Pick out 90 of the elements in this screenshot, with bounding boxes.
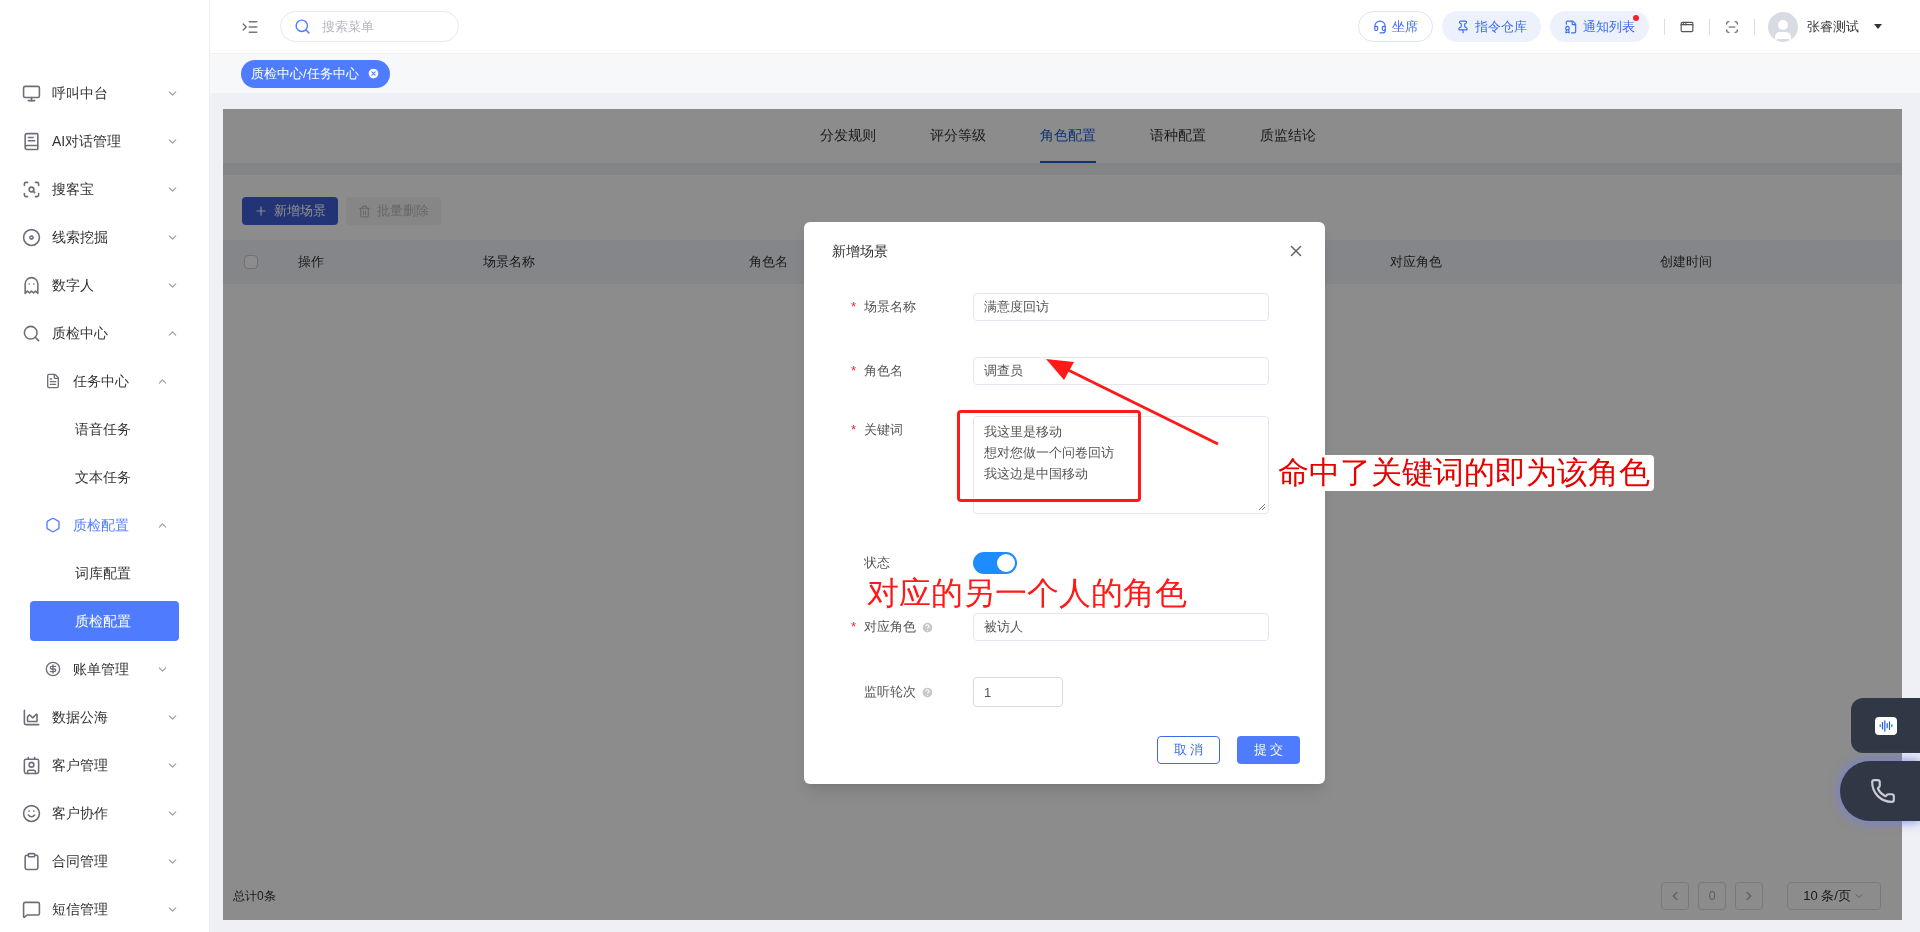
close-icon[interactable] [366, 67, 380, 80]
sidebar-item[interactable]: 客户协作 [0, 793, 209, 833]
sidebar-item[interactable]: 词库配置 [30, 553, 179, 593]
annotation-text: 对应的另一个人的角色 [867, 574, 1187, 612]
keyword-line: 我这里是移动 [984, 423, 1062, 441]
sidebar-item[interactable]: 质检配置 [0, 505, 209, 545]
field-label: 关键词 [864, 421, 903, 439]
column-header: 创建时间 [1660, 254, 1712, 270]
submit-button[interactable]: 提 交 [1237, 736, 1300, 764]
field-label: 监听轮次 [864, 683, 916, 702]
hexagon-icon [45, 517, 61, 533]
sidebar-item[interactable]: AI对话管理 [0, 121, 209, 161]
keyword-line: 想对您做一个问卷回访 [984, 444, 1114, 462]
header-button[interactable]: 通知列表 [1550, 11, 1649, 42]
clipboard-icon [22, 851, 41, 871]
select-all-checkbox[interactable] [244, 255, 258, 269]
phone-icon [1870, 778, 1896, 804]
sidebar-item[interactable]: 账单管理 [0, 649, 209, 689]
caret-icon[interactable] [1874, 24, 1882, 29]
document-icon [45, 373, 61, 389]
sidebar-item[interactable]: 语音任务 [30, 409, 179, 449]
message-icon [22, 899, 41, 919]
add-button[interactable]: 新增场景 [242, 197, 338, 225]
sidebar-item[interactable]: 线索挖掘 [0, 217, 209, 257]
page-tab[interactable]: 质检中心/任务中心 [241, 59, 390, 88]
sidebar-item[interactable]: 质检配置 [30, 601, 179, 641]
sidebar-item[interactable]: 呼叫中台 [0, 73, 209, 113]
text-field[interactable]: 调查员 [973, 357, 1269, 385]
dialog-title: 新增场景 [832, 241, 888, 261]
number-field[interactable]: 1 [973, 677, 1063, 707]
voice-message-icon [1874, 716, 1897, 735]
contact-icon [22, 755, 41, 775]
smile-icon [22, 803, 41, 823]
sidebar-item[interactable]: 客户管理 [0, 745, 209, 785]
tab[interactable]: 角色配置 [1039, 109, 1096, 163]
search-icon [294, 18, 311, 35]
tab[interactable]: 语种配置 [1149, 109, 1206, 163]
headset-icon [1373, 19, 1387, 34]
required-mark: * [851, 618, 857, 637]
plus-icon [254, 204, 268, 218]
field-label: 对应角色 [864, 618, 916, 637]
column-header: 角色名 [749, 254, 788, 270]
disc-icon [22, 227, 41, 247]
user-name[interactable]: 张睿测试 [1807, 16, 1859, 37]
column-header: 对应角色 [1390, 254, 1442, 270]
tab[interactable]: 分发规则 [819, 109, 876, 163]
chart-icon [22, 707, 41, 727]
header-button[interactable]: 坐席 [1358, 11, 1433, 42]
pin-icon [1456, 19, 1470, 34]
header-button[interactable]: 指令仓库 [1442, 11, 1541, 42]
ghost-icon [22, 275, 41, 295]
book-icon [22, 131, 41, 151]
cancel-button[interactable]: 取 消 [1157, 736, 1220, 764]
keyword-line: 我这边是中国移动 [984, 465, 1088, 483]
document-icon [1564, 19, 1578, 34]
phone-button[interactable] [1840, 761, 1920, 821]
monitor-icon [22, 83, 41, 103]
window-icon[interactable] [1680, 19, 1694, 34]
resize-handle-icon [1258, 503, 1266, 511]
column-header: 操作 [298, 254, 324, 270]
search-scan-icon [22, 179, 41, 199]
page-size-select[interactable]: 10 条/页 [1787, 882, 1881, 910]
scan-icon[interactable] [1725, 19, 1739, 34]
sidebar-item[interactable]: 文本任务 [30, 457, 179, 497]
column-header: 场景名称 [483, 254, 535, 270]
total-count: 总计0条 [233, 888, 276, 905]
status-switch[interactable] [973, 552, 1017, 574]
field-label: 状态 [864, 554, 890, 573]
keyword-field[interactable]: 我这里是移动 想对您做一个问卷回访 我这边是中国移动 [973, 416, 1269, 514]
text-field[interactable]: 被访人 [973, 613, 1269, 641]
sidebar-item[interactable]: 任务中心 [0, 361, 209, 401]
voice-chat-button[interactable] [1851, 698, 1920, 753]
sidebar-item[interactable]: 搜客宝 [0, 169, 209, 209]
search-field[interactable]: 搜索菜单 [280, 11, 459, 42]
sidebar-item[interactable]: 合同管理 [0, 841, 209, 881]
tab[interactable]: 评分等级 [929, 109, 986, 163]
sidebar-item[interactable]: 质检中心 [0, 313, 209, 353]
sidebar-item[interactable]: 数据公海 [0, 697, 209, 737]
field-label: 角色名 [864, 362, 903, 381]
required-mark: * [851, 362, 857, 381]
tab[interactable]: 质监结论 [1259, 109, 1316, 163]
sidebar-item[interactable]: 短信管理 [0, 889, 209, 929]
search-icon [22, 323, 41, 343]
trash-icon [358, 204, 371, 218]
field-label: 场景名称 [864, 298, 916, 317]
coin-icon [45, 661, 61, 677]
required-mark: * [851, 421, 857, 439]
required-mark: * [851, 298, 857, 317]
text-field[interactable]: 满意度回访 [973, 293, 1269, 321]
sidebar-item[interactable]: 数字人 [0, 265, 209, 305]
